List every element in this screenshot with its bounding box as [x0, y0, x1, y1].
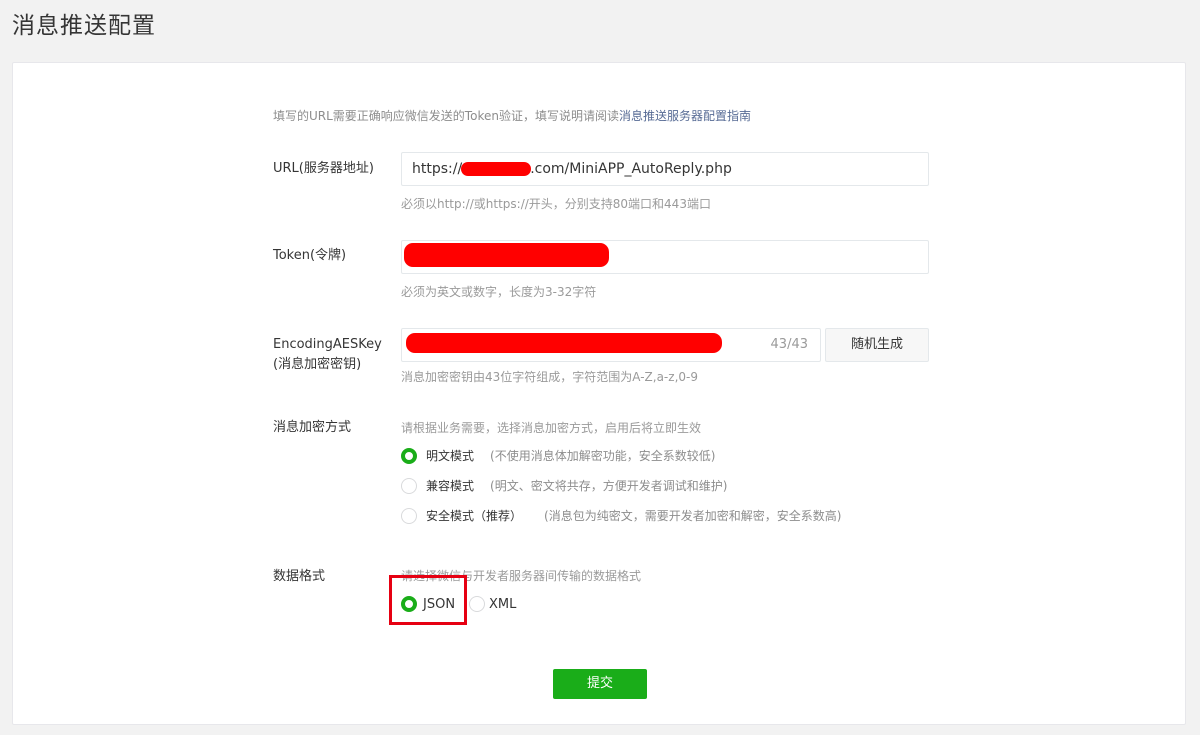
guide-link[interactable]: 消息推送服务器配置指南 — [619, 109, 751, 123]
url-input[interactable]: https:// .com/MiniAPP_AutoReply.php — [401, 152, 929, 186]
radio-compatible-label: 兼容模式 — [426, 479, 475, 493]
intro-text: 填写的URL需要正确响应微信发送的Token验证，填写说明请阅读 — [273, 109, 619, 123]
page-title: 消息推送配置 — [12, 13, 156, 39]
url-label: URL(服务器地址) — [273, 161, 374, 176]
radio-secure-mode[interactable]: 安全模式（推荐） (消息包为纯密文，需要开发者加密和解密，安全系数高) — [401, 507, 841, 524]
aes-label-line1: EncodingAESKey — [273, 337, 382, 352]
submit-button[interactable]: 提交 — [553, 669, 647, 699]
token-input[interactable] — [401, 240, 929, 274]
radio-xml-label: XML — [489, 596, 517, 612]
radio-unchecked-icon — [469, 596, 485, 612]
radio-secure-label: 安全模式（推荐） — [426, 509, 523, 523]
radio-unchecked-icon — [401, 477, 417, 494]
aes-tip: 消息加密密钥由43位字符组成，字符范围为A-Z,a-z,0-9 — [401, 370, 698, 384]
generate-key-button[interactable]: 随机生成 — [825, 328, 929, 362]
token-label: Token(令牌) — [273, 248, 347, 263]
encrypt-mode-label: 消息加密方式 — [273, 420, 352, 435]
data-format-label: 数据格式 — [273, 569, 326, 584]
intro-hint: 填写的URL需要正确响应微信发送的Token验证，填写说明请阅读消息推送服务器配… — [273, 107, 751, 124]
aes-key-input[interactable]: 43/43 — [401, 328, 821, 362]
token-redaction — [404, 243, 609, 267]
settings-card: 填写的URL需要正确响应微信发送的Token验证，填写说明请阅读消息推送服务器配… — [12, 62, 1186, 725]
encrypt-mode-tip: 请根据业务需要，选择消息加密方式，启用后将立即生效 — [401, 421, 702, 435]
radio-checked-icon — [401, 447, 417, 464]
radio-plaintext-label: 明文模式 — [426, 449, 475, 463]
radio-xml[interactable]: XML — [469, 596, 516, 612]
radio-compatible-desc: (明文、密文将共存，方便开发者调试和维护) — [490, 479, 728, 493]
url-value-suffix: .com/MiniAPP_AutoReply.php — [530, 161, 732, 177]
aes-redaction — [406, 333, 722, 353]
aes-label-line2: (消息加密密钥) — [273, 357, 362, 372]
radio-compatible-mode[interactable]: 兼容模式 (明文、密文将共存，方便开发者调试和维护) — [401, 477, 727, 494]
radio-plaintext-mode[interactable]: 明文模式 (不使用消息体加解密功能，安全系数较低) — [401, 447, 715, 464]
aes-counter: 43/43 — [770, 337, 808, 352]
url-redaction — [461, 162, 532, 176]
url-tip: 必须以http://或https://开头，分别支持80端口和443端口 — [401, 197, 711, 211]
radio-secure-desc: (消息包为纯密文，需要开发者加密和解密，安全系数高) — [544, 509, 842, 523]
radio-plaintext-desc: (不使用消息体加解密功能，安全系数较低) — [490, 449, 716, 463]
url-value-prefix: https:// — [412, 161, 463, 177]
aes-label: EncodingAESKey (消息加密密钥) — [273, 335, 382, 375]
token-tip: 必须为英文或数字，长度为3-32字符 — [401, 285, 597, 299]
radio-unchecked-icon — [401, 507, 417, 524]
annotation-highlight-box — [389, 575, 467, 625]
